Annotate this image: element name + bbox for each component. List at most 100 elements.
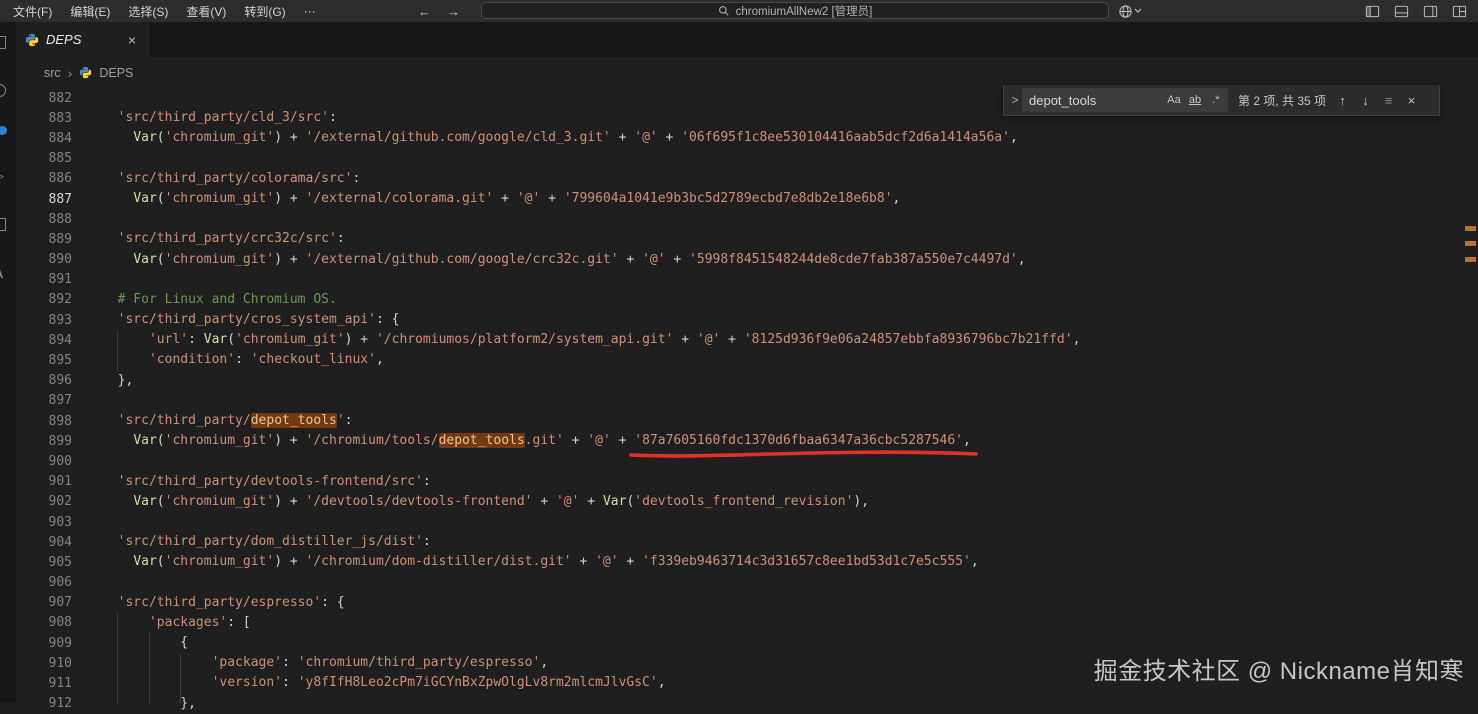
line-number[interactable]: 889 (16, 232, 72, 247)
code-token: ( (227, 332, 235, 347)
line-number[interactable]: 909 (16, 636, 72, 651)
code-line-891[interactable]: 891 (16, 270, 1464, 290)
toggle-replace-chevron[interactable]: > (1008, 85, 1022, 115)
line-number[interactable]: 885 (16, 151, 72, 166)
code-text: 'packages': [ (72, 613, 251, 633)
code-editor[interactable]: 882883 'src/third_party/cld_3/src':884 V… (16, 88, 1478, 703)
line-number[interactable]: 904 (16, 535, 72, 550)
line-number[interactable]: 892 (16, 292, 72, 307)
code-line-889[interactable]: 889 'src/third_party/crc32c/src': (16, 229, 1464, 249)
menu-edit[interactable]: 编辑(E) (61, 0, 119, 22)
toggle-panel-icon[interactable] (1392, 2, 1410, 20)
code-line-884[interactable]: 884 Var('chromium_git') + '/external/git… (16, 128, 1464, 148)
line-number[interactable]: 884 (16, 131, 72, 146)
code-line-894[interactable]: 894 'url': Var('chromium_git') + '/chrom… (16, 330, 1464, 350)
vertical-scrollbar[interactable] (1464, 88, 1478, 703)
line-number[interactable]: 898 (16, 414, 72, 429)
back-button[interactable]: ← (418, 4, 431, 19)
code-line-895[interactable]: 895 'condition': 'checkout_linux', (16, 350, 1464, 370)
line-number[interactable]: 910 (16, 656, 72, 671)
line-number[interactable]: 888 (16, 212, 72, 227)
forward-button[interactable]: → (447, 4, 460, 19)
line-number[interactable]: 890 (16, 252, 72, 267)
regex-toggle[interactable]: .* (1206, 90, 1226, 110)
explorer-icon[interactable] (0, 36, 6, 49)
previous-match-button[interactable]: ↑ (1332, 90, 1353, 111)
whole-word-toggle[interactable]: ab (1185, 90, 1205, 110)
code-line-885[interactable]: 885 (16, 149, 1464, 169)
line-number[interactable]: 893 (16, 313, 72, 328)
code-line-912[interactable]: 912 }, (16, 694, 1464, 714)
code-line-893[interactable]: 893 'src/third_party/cros_system_api': { (16, 310, 1464, 330)
code-line-897[interactable]: 897 (16, 391, 1464, 411)
line-number[interactable]: 891 (16, 272, 72, 287)
code-token: ) + (274, 252, 305, 267)
line-number[interactable]: 883 (16, 111, 72, 126)
code-token: # For Linux and Chromium OS. (102, 292, 337, 307)
code-token: '/external/github.com/google/crc32c.git' (306, 252, 619, 267)
line-number[interactable]: 901 (16, 474, 72, 489)
code-line-902[interactable]: 902 Var('chromium_git') + '/devtools/dev… (16, 492, 1464, 512)
line-number[interactable]: 894 (16, 333, 72, 348)
next-match-button[interactable]: ↓ (1355, 90, 1376, 111)
code-token: Var (133, 494, 156, 509)
match-case-toggle[interactable]: Aa (1164, 90, 1184, 110)
menu-more[interactable]: ··· (295, 0, 325, 22)
line-number[interactable]: 905 (16, 555, 72, 570)
code-line-898[interactable]: 898 'src/third_party/depot_tools': (16, 411, 1464, 431)
code-line-901[interactable]: 901 'src/third_party/devtools-frontend/s… (16, 472, 1464, 492)
search-match-highlight: depot_tools (251, 413, 337, 428)
breadcrumb-item-src[interactable]: src (44, 66, 61, 80)
code-line-890[interactable]: 890 Var('chromium_git') + '/external/git… (16, 250, 1464, 270)
line-number[interactable]: 886 (16, 171, 72, 186)
line-number[interactable]: 903 (16, 515, 72, 530)
toggle-secondary-sidebar-icon[interactable] (1421, 2, 1439, 20)
code-line-887[interactable]: 887 Var('chromium_git') + '/external/col… (16, 189, 1464, 209)
menu-view[interactable]: 查看(V) (177, 0, 235, 22)
menu-selection[interactable]: 选择(S) (119, 0, 177, 22)
code-line-903[interactable]: 903 (16, 512, 1464, 532)
line-number[interactable]: 887 (16, 192, 72, 207)
line-number[interactable]: 896 (16, 373, 72, 388)
code-line-888[interactable]: 888 (16, 209, 1464, 229)
code-line-905[interactable]: 905 Var('chromium_git') + '/chromium/dom… (16, 552, 1464, 572)
code-line-886[interactable]: 886 'src/third_party/colorama/src': (16, 169, 1464, 189)
code-line-904[interactable]: 904 'src/third_party/dom_distiller_js/di… (16, 532, 1464, 552)
close-find-button[interactable]: × (1401, 90, 1422, 111)
line-number[interactable]: 902 (16, 494, 72, 509)
toggle-sidebar-icon[interactable] (1363, 2, 1381, 20)
testing-icon[interactable]: A (0, 266, 3, 281)
line-number[interactable]: 911 (16, 676, 72, 691)
code-line-892[interactable]: 892 # For Linux and Chromium OS. (16, 290, 1464, 310)
code-line-907[interactable]: 907 'src/third_party/espresso': { (16, 593, 1464, 613)
tab-close-button[interactable]: × (123, 31, 141, 49)
line-number[interactable]: 900 (16, 454, 72, 469)
line-number[interactable]: 882 (16, 91, 72, 106)
run-debug-icon[interactable]: ▷ (0, 168, 4, 184)
line-number[interactable]: 897 (16, 393, 72, 408)
line-number[interactable]: 912 (16, 696, 72, 711)
search-sidebar-icon[interactable] (0, 84, 6, 97)
line-number[interactable]: 908 (16, 615, 72, 630)
menu-goto[interactable]: 转到(G) (235, 0, 294, 22)
code-line-896[interactable]: 896 }, (16, 371, 1464, 391)
code-line-906[interactable]: 906 (16, 573, 1464, 593)
line-number[interactable]: 906 (16, 575, 72, 590)
line-number[interactable]: 895 (16, 353, 72, 368)
find-in-selection-button[interactable]: ≡ (1378, 90, 1399, 111)
command-center-search[interactable]: chromiumAllNew2 [管理员] (481, 2, 1109, 19)
code-token: + (619, 252, 642, 267)
line-number[interactable]: 899 (16, 434, 72, 449)
menu-file[interactable]: 文件(F) (4, 0, 61, 22)
line-number[interactable]: 907 (16, 595, 72, 610)
breadcrumb-item-deps[interactable]: DEPS (99, 66, 133, 80)
extensions-icon[interactable] (0, 218, 6, 231)
open-in-browser-button[interactable] (1118, 0, 1142, 22)
code-line-908[interactable]: 908 'packages': [ (16, 613, 1464, 633)
code-line-900[interactable]: 900 (16, 451, 1464, 471)
tab-deps[interactable]: DEPS × (16, 22, 150, 57)
code-line-899[interactable]: 899 Var('chromium_git') + '/chromium/too… (16, 431, 1464, 451)
customize-layout-icon[interactable] (1450, 2, 1468, 20)
find-input[interactable]: depot_tools Aaab.* (1022, 88, 1228, 112)
activity-bar[interactable]: ▷ A (0, 22, 16, 703)
